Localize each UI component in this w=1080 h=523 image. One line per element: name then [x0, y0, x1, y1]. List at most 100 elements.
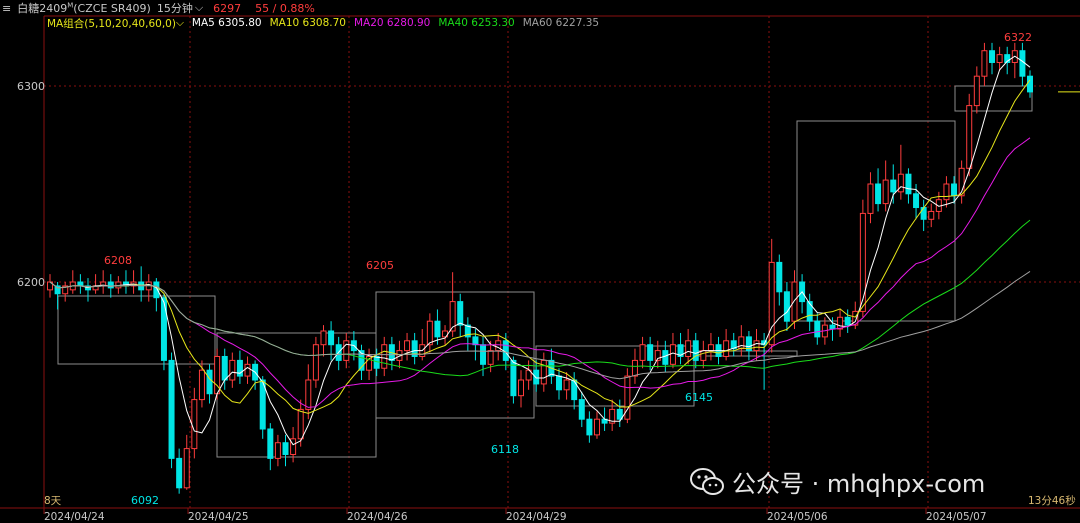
candle-body [297, 408, 304, 440]
candle [768, 238, 775, 353]
candle-body [859, 212, 866, 312]
high-annotation: 6208 [104, 254, 132, 267]
candle-body [563, 379, 570, 391]
candle [320, 325, 327, 357]
candle-body [305, 379, 312, 410]
candle-body [951, 183, 958, 197]
candle [844, 309, 851, 333]
candle [654, 340, 661, 369]
candle [882, 160, 889, 212]
candle [160, 293, 167, 371]
candle [274, 434, 281, 467]
candle [730, 332, 737, 357]
candle-body [555, 375, 562, 391]
candle [677, 332, 684, 365]
candle [47, 274, 53, 298]
candlestick-chart[interactable] [0, 0, 1080, 523]
candle [578, 391, 585, 428]
candle-body [457, 301, 464, 326]
candle [555, 368, 562, 400]
candle [609, 399, 616, 431]
chevron-down-icon[interactable]: ⌵ [195, 1, 203, 15]
candle-body [472, 336, 479, 346]
candle-body [578, 399, 585, 420]
candle-body [267, 428, 274, 459]
candle [176, 448, 183, 494]
top-bar: ≡ 白糖2409M (CZCE SR409) 15分钟 ⌵ 6297 55 / … [0, 0, 1080, 16]
ma40-line [49, 219, 1031, 377]
candle-body [320, 330, 327, 346]
candle-body [434, 320, 441, 338]
candle-body [814, 320, 821, 338]
candle [244, 356, 251, 384]
wechat-icon [690, 467, 724, 495]
low-annotation: 6118 [491, 443, 519, 456]
candle [518, 370, 525, 408]
candle-body [966, 105, 973, 169]
candle [122, 270, 129, 294]
candle [905, 168, 912, 204]
candle [593, 411, 600, 439]
range-box [216, 332, 377, 458]
candle [996, 46, 1003, 71]
candle [426, 313, 433, 353]
candle-body [183, 448, 190, 489]
candle [77, 274, 84, 294]
candle [616, 399, 623, 428]
candle-body [875, 183, 882, 205]
watermark-text: 公众号 · mhqhpx-com [732, 470, 986, 498]
candle-body [981, 50, 988, 77]
candle [381, 336, 388, 377]
candle-body [168, 359, 175, 459]
candle [981, 42, 988, 86]
candle-body [905, 173, 912, 195]
low-annotation: 6145 [685, 391, 713, 404]
candle [282, 434, 289, 467]
candles [47, 42, 1033, 494]
candle-body [928, 210, 935, 220]
candle-body [343, 340, 350, 361]
candle [153, 278, 160, 312]
candle-body [381, 344, 388, 369]
candle-body [206, 369, 213, 395]
chevron-down-icon[interactable]: ⌵ [176, 17, 184, 30]
candle-body [996, 54, 1003, 63]
price-change: 55 / 0.88% [255, 1, 315, 15]
candle [540, 352, 547, 392]
candle-body [989, 50, 996, 63]
candle-body [913, 193, 920, 209]
candle-body [867, 183, 874, 214]
candle-body [404, 340, 411, 352]
candle-body [312, 344, 319, 381]
candle-body [783, 291, 790, 322]
candle-body [738, 336, 745, 350]
instrument-code: (CZCE SR409) [73, 1, 151, 15]
candle-body [669, 344, 676, 365]
last-price: 6297 [213, 1, 242, 15]
x-tick-label: 2024/04/24 [44, 511, 105, 523]
candle-body [707, 344, 714, 352]
candle-body [723, 340, 730, 357]
candle [366, 348, 373, 380]
candle [586, 411, 593, 443]
candle [943, 176, 950, 208]
candle [563, 372, 570, 400]
x-tick-label: 2024/05/07 [926, 511, 987, 523]
instrument-title[interactable]: 白糖2409M [17, 0, 73, 16]
candle [411, 332, 418, 365]
candle-body [973, 75, 980, 107]
candle-body [882, 179, 889, 205]
candle [312, 336, 319, 388]
ma-group-selector[interactable]: MA组合(5,10,20,40,60,0) [47, 16, 176, 31]
candle [267, 423, 274, 471]
ma5-value: MA5 6305.80 [191, 17, 262, 29]
candle [236, 350, 243, 384]
period-selector[interactable]: 15分钟 [157, 0, 193, 16]
candle-body [198, 369, 205, 401]
candle [814, 313, 821, 345]
menu-icon[interactable]: ≡ [2, 2, 11, 15]
candle [890, 164, 897, 204]
candle-body [221, 355, 228, 381]
ma40-value: MA40 6253.30 [438, 17, 515, 29]
candle [875, 168, 882, 212]
